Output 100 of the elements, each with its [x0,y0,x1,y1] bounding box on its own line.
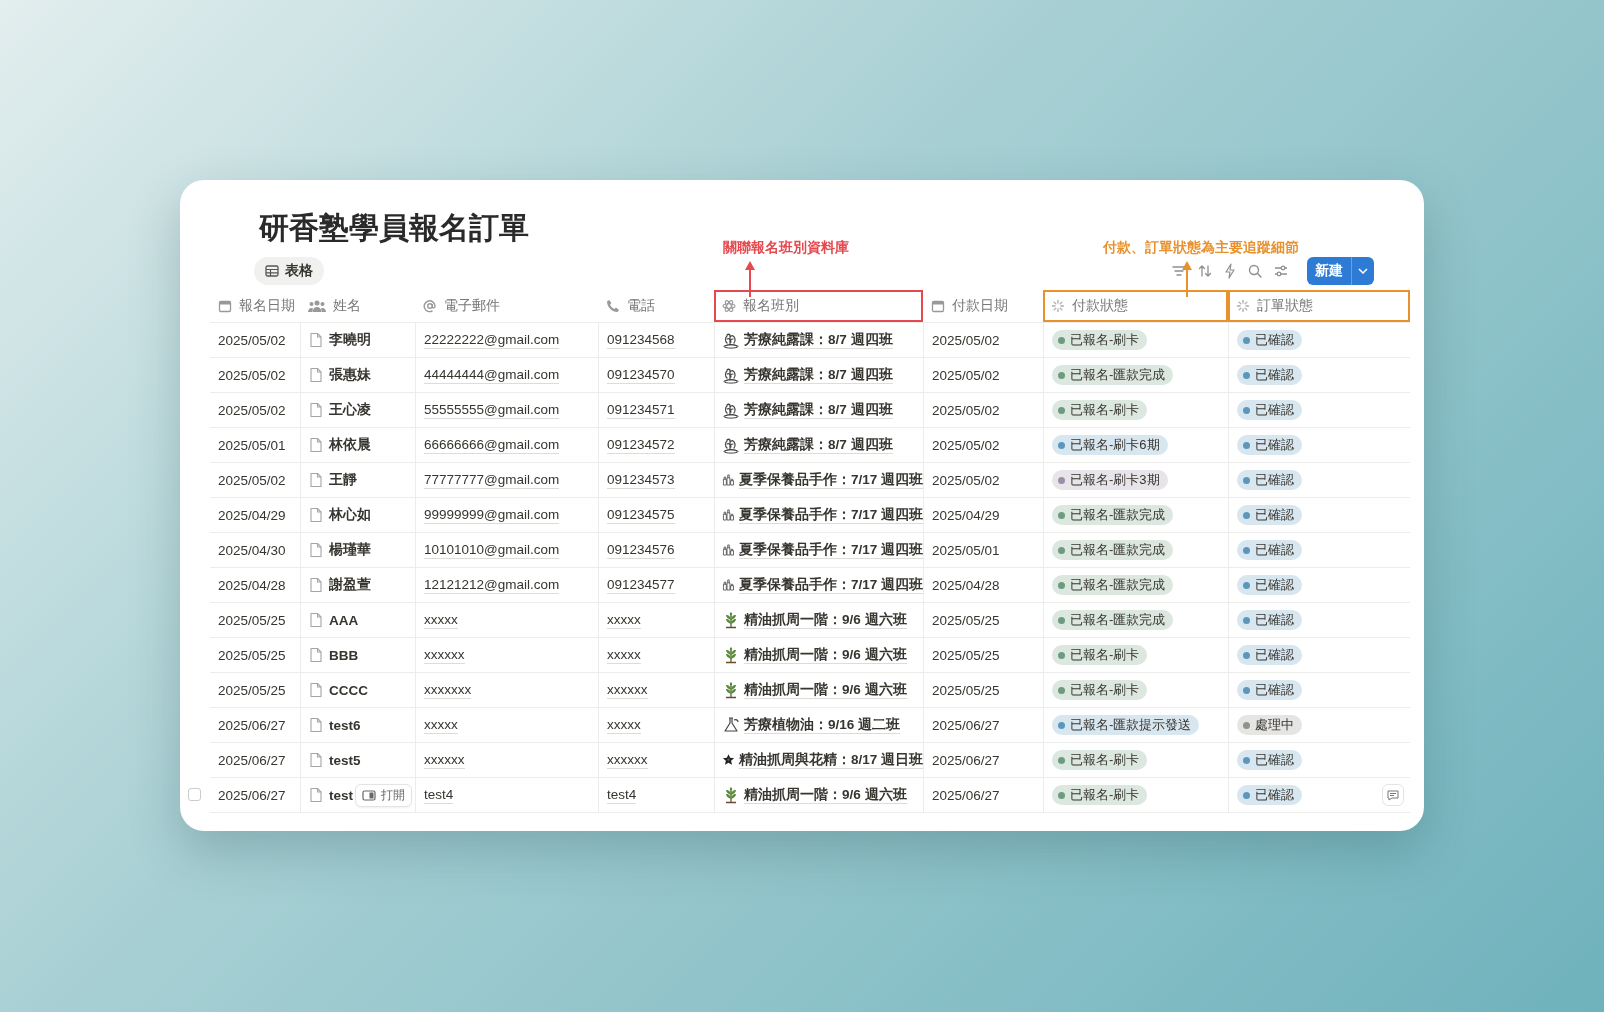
phone-link[interactable]: xxxxx [607,646,641,664]
class-link[interactable]: 夏季保養品手作：7/17 週四班 [738,541,923,559]
herb-icon [722,436,740,454]
email-link[interactable]: 77777777@gmail.com [424,471,560,489]
table-cell: 2025/06/27 [218,717,286,733]
side-panel-icon [362,790,376,801]
page-icon [309,612,323,628]
open-button[interactable]: 打開 [355,784,412,807]
header-label: 訂單狀態 [1257,297,1313,315]
phone-link[interactable]: 091234575 [607,506,675,524]
row-title[interactable]: 林依晨 [329,436,371,454]
phone-link[interactable]: xxxxx [607,611,641,629]
table-cell: 2025/04/28 [218,577,286,593]
bottles-icon [722,576,735,594]
email-link[interactable]: 12121212@gmail.com [424,576,560,594]
phone-link[interactable]: test4 [607,786,637,804]
row-title[interactable]: 王心凌 [329,401,371,419]
status-tag: 已確認 [1237,610,1302,630]
row-title[interactable]: 張惠妹 [329,366,371,384]
row-title[interactable]: test5 [329,752,361,768]
dropdown-button[interactable] [1351,257,1374,285]
status-tag: 已確認 [1237,680,1302,700]
phone-link[interactable]: 091234571 [607,401,675,419]
class-link[interactable]: 夏季保養品手作：7/17 週四班 [738,471,923,489]
status-tag: 已報名-刷卡 [1052,645,1148,665]
view-tab[interactable]: 表格 [254,257,324,285]
new-button[interactable]: 新建 [1307,257,1351,285]
row-title[interactable]: CCCC [329,682,368,698]
email-link[interactable]: xxxxx [424,611,458,629]
row-title[interactable]: test6 [329,717,361,733]
row-title[interactable]: 謝盈萱 [329,576,371,594]
calendar-icon [218,299,232,313]
comment-button[interactable] [1382,784,1404,806]
phone-link[interactable]: xxxxxx [607,681,648,699]
table-cell: 2025/05/01 [932,542,1000,558]
column-header[interactable]: 訂單狀態 [1228,290,1410,322]
search-icon[interactable] [1247,263,1263,279]
class-link[interactable]: 精油抓周一階：9/6 週六班 [744,786,907,804]
column-header[interactable]: 電話 [598,290,714,322]
email-link[interactable]: 66666666@gmail.com [424,436,560,454]
email-link[interactable]: xxxxxx [424,646,465,664]
email-link[interactable]: xxxxxx [424,751,465,769]
settings-icon[interactable] [1273,263,1289,279]
table-cell: 2025/05/25 [932,647,1000,663]
phone-link[interactable]: 091234577 [607,576,675,594]
column-header[interactable]: 報名日期 [210,290,300,322]
row-checkbox[interactable] [188,788,201,801]
class-link[interactable]: 芳療植物油：9/16 週二班 [744,716,901,734]
phone-link[interactable]: 091234568 [607,331,675,349]
row-title[interactable]: AAA [329,612,359,628]
phone-link[interactable]: xxxxxx [607,751,648,769]
status-tag: 已確認 [1237,750,1302,770]
status-tag: 已報名-匯款完成 [1052,610,1174,630]
status-tag: 已報名-匯款提示發送 [1052,715,1200,735]
class-link[interactable]: 夏季保養品手作：7/17 週四班 [738,506,923,524]
email-link[interactable]: 55555555@gmail.com [424,401,560,419]
class-link[interactable]: 芳療純露課：8/7 週四班 [744,436,893,454]
class-link[interactable]: 精油抓周一階：9/6 週六班 [744,681,907,699]
class-link[interactable]: 芳療純露課：8/7 週四班 [744,401,893,419]
sort-icon[interactable] [1197,263,1213,279]
email-link[interactable]: xxxxx [424,716,458,734]
class-link[interactable]: 芳療純露課：8/7 週四班 [744,331,893,349]
row-title[interactable]: 王靜 [329,471,357,489]
status-tag: 已確認 [1237,505,1302,525]
column-header[interactable]: 報名班別 [714,290,923,322]
email-link[interactable]: test4 [424,786,454,804]
email-link[interactable]: 22222222@gmail.com [424,331,560,349]
class-link[interactable]: 精油抓周一階：9/6 週六班 [744,646,907,664]
row-title[interactable]: 李曉明 [329,331,371,349]
lightning-icon[interactable] [1223,263,1237,279]
phone-link[interactable]: 091234573 [607,471,675,489]
column-header[interactable]: 付款狀態 [1043,290,1228,322]
class-link[interactable]: 精油抓周一階：9/6 週六班 [744,611,907,629]
table-cell: 2025/05/02 [218,402,286,418]
column-header[interactable]: 電子郵件 [415,290,598,322]
class-link[interactable]: 夏季保養品手作：7/17 週四班 [738,576,923,594]
table-cell: 2025/05/01 [218,437,286,453]
email-link[interactable]: 10101010@gmail.com [424,541,560,559]
status-tag: 已報名-刷卡3期 [1052,470,1168,490]
row-title[interactable]: 林心如 [329,506,371,524]
phone-link[interactable]: 091234570 [607,366,675,384]
phone-link[interactable]: 091234572 [607,436,675,454]
table-cell: 2025/05/02 [932,472,1000,488]
email-link[interactable]: xxxxxxx [424,681,472,699]
class-link[interactable]: 精油抓周與花精：8/17 週日班 [738,751,923,769]
annotation-text: 付款、訂單狀態為主要追蹤細節 [1103,239,1299,257]
status-tag: 已報名-匯款完成 [1052,575,1174,595]
status-tag: 已確認 [1237,365,1302,385]
phone-link[interactable]: xxxxx [607,716,641,734]
row-title[interactable]: BBB [329,647,359,663]
email-link[interactable]: 99999999@gmail.com [424,506,560,524]
row-title[interactable]: test [329,787,353,803]
phone-link[interactable]: 091234576 [607,541,675,559]
email-link[interactable]: 44444444@gmail.com [424,366,560,384]
row-title[interactable]: 楊瑾華 [329,541,371,559]
filter-icon[interactable] [1171,263,1187,279]
column-header[interactable]: 付款日期 [923,290,1043,322]
column-header[interactable]: 姓名 [300,290,415,322]
class-link[interactable]: 芳療純露課：8/7 週四班 [744,366,893,384]
table-cell: 2025/04/29 [218,507,286,523]
